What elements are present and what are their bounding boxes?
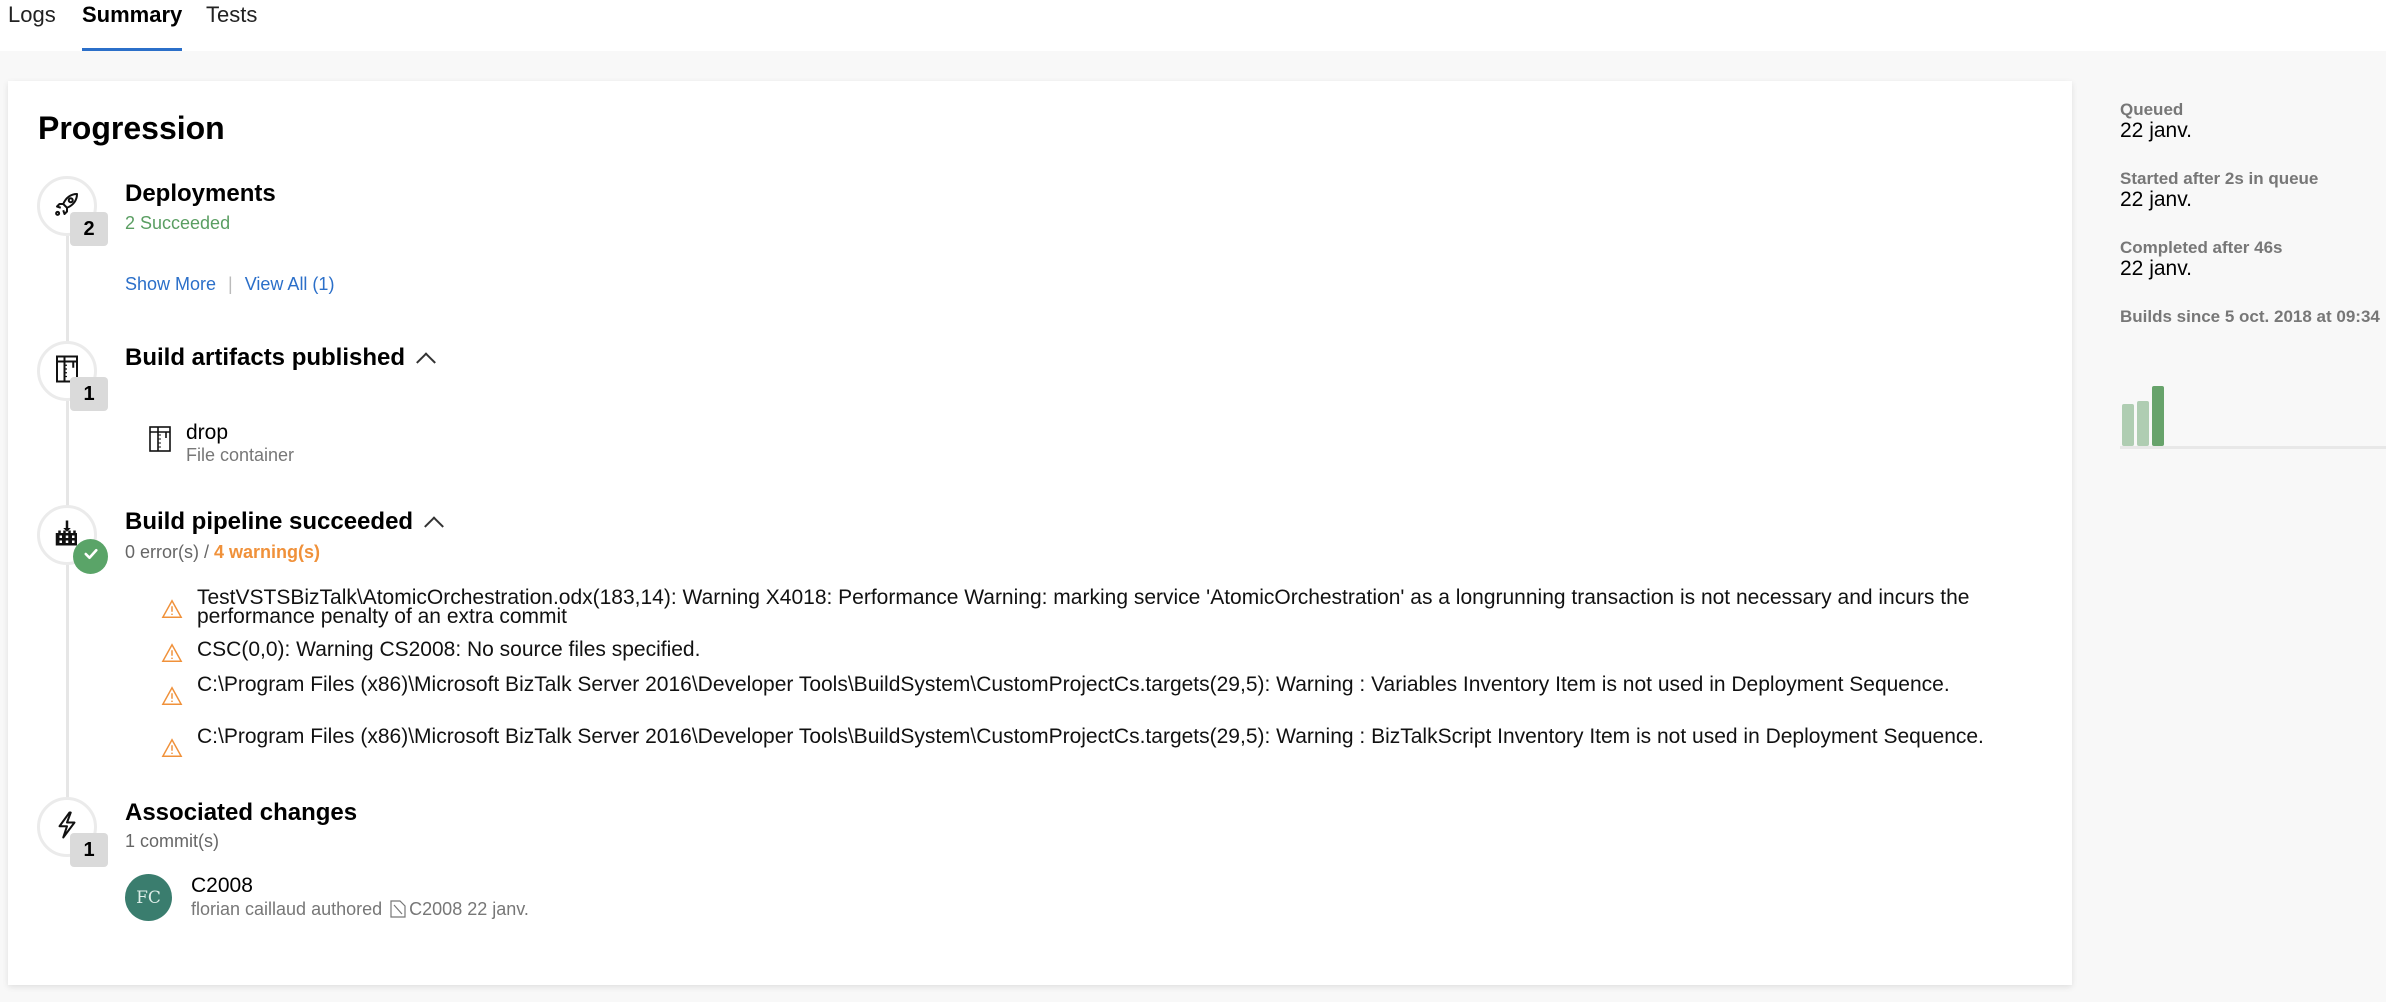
changes-subtitle: 1 commit(s) <box>125 831 219 851</box>
history-bar[interactable] <box>2122 404 2134 446</box>
pipeline-issue-summary: 0 error(s) / 4 warning(s) <box>125 542 320 563</box>
warning-text: CSC(0,0): Warning CS2008: No source file… <box>197 638 701 661</box>
count-separator: / <box>199 542 215 562</box>
warning-icon <box>161 737 183 759</box>
changes-count-badge: 1 <box>70 833 108 867</box>
history-bar[interactable] <box>2152 386 2164 446</box>
completed-label: Completed after 46s <box>2120 238 2283 257</box>
build-history-chart <box>2120 386 2386 449</box>
view-all-link[interactable]: View All (1) <box>245 274 335 294</box>
warning-count: 4 warning(s) <box>214 542 321 562</box>
queued-label: Queued <box>2120 100 2184 119</box>
collapse-chevron-icon[interactable] <box>416 352 436 373</box>
avatar: FC <box>125 874 172 921</box>
page-title: Progression <box>38 110 225 146</box>
deployments-status: 2 Succeeded <box>125 213 231 233</box>
warning-text: C:\Program Files (x86)\Microsoft BizTalk… <box>197 673 1950 696</box>
completed-value: 22 janv. <box>2120 257 2192 280</box>
tab-summary[interactable]: Summary <box>82 2 183 51</box>
commit-id[interactable]: C2008 <box>409 899 462 919</box>
tab-logs[interactable]: Logs <box>8 2 56 51</box>
history-label: Builds since 5 oct. 2018 at 09:34 <box>2120 307 2380 326</box>
artifact-type: File container <box>186 445 295 465</box>
collapse-chevron-icon[interactable] <box>424 516 444 537</box>
deployments-links: Show More | View All (1) <box>125 274 334 295</box>
progression-card: Progression 2 Deployments 2 Succeeded Sh… <box>8 81 2072 985</box>
history-bar[interactable] <box>2137 401 2149 446</box>
artifacts-heading: Build artifacts published <box>125 344 436 373</box>
success-badge <box>73 539 108 574</box>
changes-heading: Associated changes <box>125 799 358 826</box>
warning-icon <box>161 598 183 620</box>
queued-value: 22 janv. <box>2120 119 2192 142</box>
commit-meta: florian caillaud authored C2008 22 janv. <box>191 899 529 923</box>
warning-icon <box>161 642 183 664</box>
commit-icon <box>390 900 406 923</box>
history-info: Builds since 5 oct. 2018 at 09:34 <box>2120 307 2380 326</box>
artifacts-heading-text: Build artifacts published <box>125 344 406 371</box>
chart-baseline <box>2120 446 2386 449</box>
warning-icon <box>161 685 183 707</box>
error-count: 0 error(s) <box>125 542 200 562</box>
link-separator: | <box>228 274 233 294</box>
zip-folder-icon <box>148 425 172 458</box>
check-icon <box>82 545 100 568</box>
pipeline-heading: Build pipeline succeeded <box>125 508 444 537</box>
deployments-heading: Deployments <box>125 180 276 207</box>
started-value: 22 janv. <box>2120 188 2192 211</box>
completed-info: Completed after 46s 22 janv. <box>2120 238 2380 281</box>
queued-info: Queued 22 janv. <box>2120 100 2380 143</box>
tab-tests[interactable]: Tests <box>206 2 257 51</box>
warning-text: C:\Program Files (x86)\Microsoft BizTalk… <box>197 725 1984 748</box>
commit-author: florian caillaud authored <box>191 899 383 919</box>
started-info: Started after 2s in queue 22 janv. <box>2120 169 2380 212</box>
started-label: Started after 2s in queue <box>2120 169 2319 188</box>
commit-date: 22 janv. <box>467 899 529 919</box>
pipeline-heading-text: Build pipeline succeeded <box>125 508 414 535</box>
artifacts-count-badge: 1 <box>70 377 108 411</box>
deployments-count-badge: 2 <box>70 212 108 246</box>
artifact-name[interactable]: drop <box>186 421 228 445</box>
tab-bar: Logs Summary Tests <box>0 0 2386 51</box>
commit-title[interactable]: C2008 <box>191 874 253 898</box>
warning-text: TestVSTSBizTalk\AtomicOrchestration.odx(… <box>197 586 1970 628</box>
show-more-link[interactable]: Show More <box>125 274 216 294</box>
build-info-sidebar: Queued 22 janv. Started after 2s in queu… <box>2120 100 2380 352</box>
